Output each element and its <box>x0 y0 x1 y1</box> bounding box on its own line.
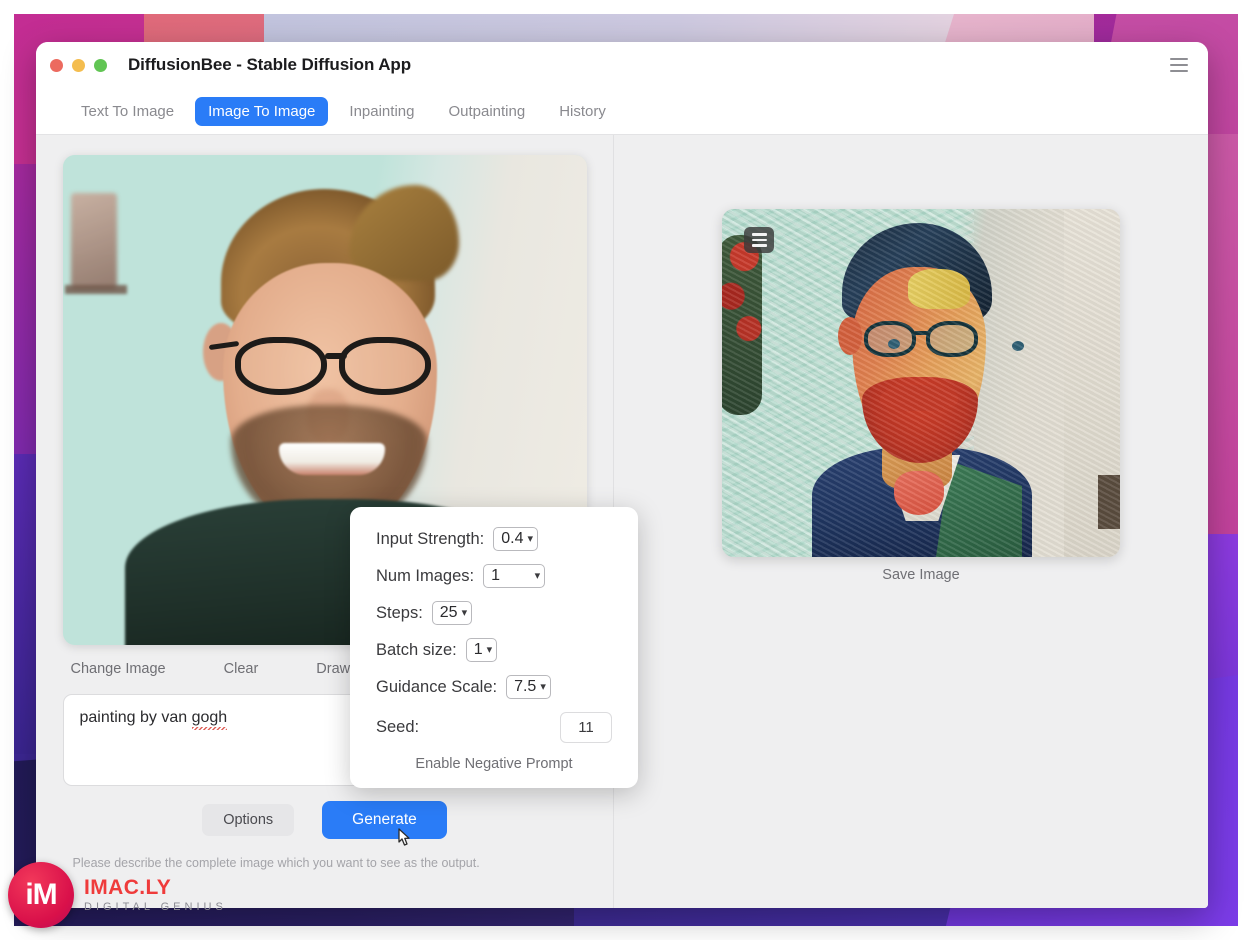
input-strength-label: Input Strength: <box>376 529 485 548</box>
minimize-button[interactable] <box>72 58 85 72</box>
app-body: Change Image Clear Draw Mask painting by… <box>36 135 1208 908</box>
chevron-down-icon: ▾ <box>540 680 546 693</box>
num-images-value: 1 <box>491 567 501 584</box>
chevron-down-icon: ▾ <box>527 532 534 545</box>
chevron-down-icon: ▾ <box>486 643 493 656</box>
steps-label: Steps: <box>376 603 423 622</box>
chevron-down-icon: ▾ <box>534 569 541 582</box>
seed-input[interactable] <box>560 712 612 743</box>
num-images-select[interactable]: 1 ▾ <box>483 564 546 588</box>
window-title: DiffusionBee - Stable Diffusion App <box>128 55 411 74</box>
option-row-steps: Steps: 25 ▾ <box>376 601 612 625</box>
traffic-lights <box>50 58 107 72</box>
prompt-text-head: painting by van <box>79 709 192 726</box>
enable-negative-prompt-toggle[interactable]: Enable Negative Prompt <box>376 756 612 772</box>
tab-text-to-image[interactable]: Text To Image <box>68 97 187 126</box>
change-image-button[interactable]: Change Image <box>71 661 166 677</box>
tab-image-to-image[interactable]: Image To Image <box>195 96 329 126</box>
input-strength-value: 0.4 <box>501 530 524 547</box>
tab-outpainting[interactable]: Outpainting <box>435 97 538 126</box>
output-menu-hamburger-icon[interactable] <box>744 227 774 253</box>
guidance-scale-value: 7.5 <box>514 678 537 695</box>
tab-bar: Text To Image Image To Image Inpainting … <box>36 88 1208 135</box>
tab-inpainting[interactable]: Inpainting <box>336 97 427 126</box>
steps-value: 25 <box>439 604 458 621</box>
generate-button[interactable]: Generate <box>322 801 447 839</box>
watermark-badge: iM <box>8 862 74 928</box>
batch-size-select[interactable]: 1 ▾ <box>465 638 498 662</box>
output-image[interactable] <box>722 209 1120 557</box>
hamburger-menu-icon[interactable] <box>1170 58 1188 72</box>
watermark-title: IMAC.LY <box>84 876 172 899</box>
batch-size-label: Batch size: <box>376 640 457 659</box>
guidance-scale-select[interactable]: 7.5 ▾ <box>506 675 551 699</box>
window-titlebar: DiffusionBee - Stable Diffusion App <box>36 42 1208 88</box>
seed-label: Seed: <box>376 718 420 736</box>
clear-button[interactable]: Clear <box>224 661 259 677</box>
num-images-label: Num Images: <box>376 566 475 585</box>
watermark-subtitle: DIGITAL GENIUS <box>84 901 227 913</box>
option-row-input-strength: Input Strength: 0.4 ▾ <box>376 527 612 551</box>
steps-select[interactable]: 25 ▾ <box>431 601 473 625</box>
app-window: DiffusionBee - Stable Diffusion App Text… <box>36 42 1208 908</box>
option-row-num-images: Num Images: 1 ▾ <box>376 564 612 588</box>
guidance-scale-label: Guidance Scale: <box>376 677 498 696</box>
close-button[interactable] <box>50 58 63 72</box>
prompt-misspelled-word: gogh <box>191 709 228 730</box>
action-buttons-row: Options Generate <box>63 801 587 839</box>
option-row-guidance-scale: Guidance Scale: 7.5 ▾ <box>376 675 612 699</box>
watermark: iM IMAC.LY DIGITAL GENIUS <box>8 862 227 928</box>
options-button[interactable]: Options <box>202 804 295 836</box>
batch-size-value: 1 <box>473 641 483 658</box>
prompt-text: painting by van gogh <box>79 709 228 730</box>
chevron-down-icon: ▾ <box>461 606 468 619</box>
zoom-button[interactable] <box>94 58 107 72</box>
desktop: DiffusionBee - Stable Diffusion App Text… <box>0 0 1252 940</box>
option-row-batch-size: Batch size: 1 ▾ <box>376 638 612 662</box>
options-popover: Input Strength: 0.4 ▾ Num Images: 1 ▾ St… <box>350 507 638 788</box>
tab-history[interactable]: History <box>546 97 619 126</box>
input-strength-select[interactable]: 0.4 ▾ <box>493 527 539 551</box>
option-row-seed: Seed: <box>376 712 612 743</box>
right-pane: Save Image <box>614 135 1208 908</box>
save-image-button[interactable]: Save Image <box>722 567 1120 583</box>
